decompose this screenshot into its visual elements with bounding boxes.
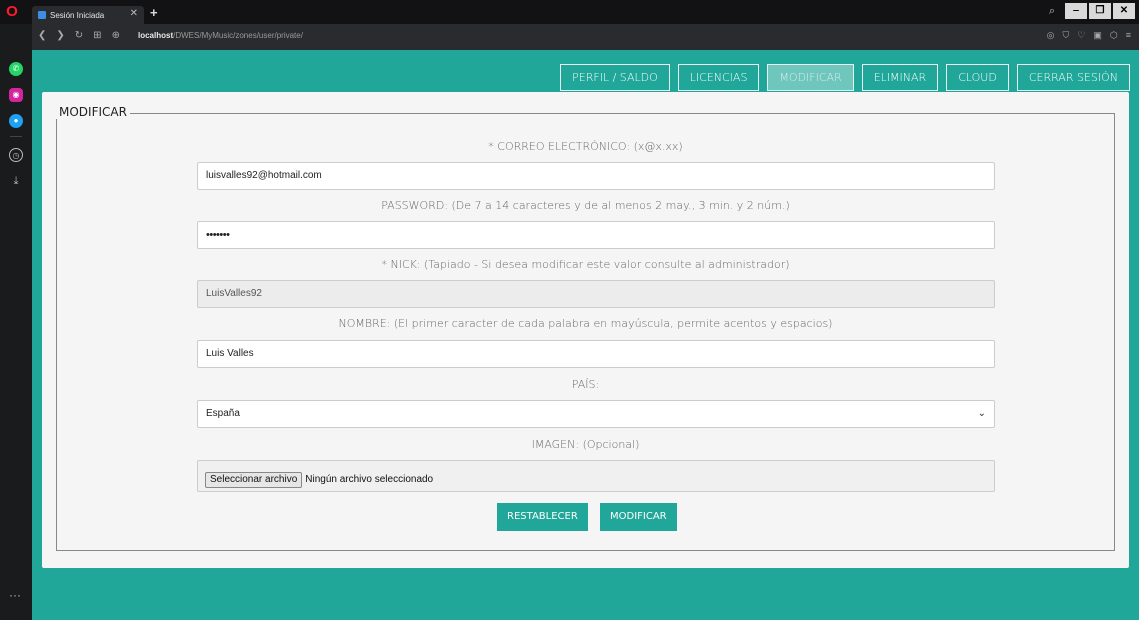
browser-sidebar: ✆ ◉ ● ◷ ⤓ ··· [0,24,32,620]
search-icon[interactable]: ⌕ [1049,5,1055,18]
nav-cerrar-sesion[interactable]: CERRAR SESIÓN [1016,64,1130,91]
imagen-file-input: Seleccionar archivo Ningún archivo selec… [197,460,995,492]
pais-selected-value: España [206,408,240,419]
tab-title: Sesión Iniciada [50,10,105,20]
nav-perfil-saldo[interactable]: PERFIL / SALDO [560,64,670,91]
choose-file-button[interactable]: Seleccionar archivo [205,471,303,488]
nav-cloud[interactable]: CLOUD [946,64,1009,91]
sidebar-divider [10,136,22,137]
nav-eliminar[interactable]: ELIMINAR [861,64,939,91]
menu-icon[interactable]: ≡ [1126,30,1131,41]
site-info-icon[interactable]: ⊕ [112,30,120,41]
top-navigation: PERFIL / SALDO LICENCIAS MODIFICAR ELIMI… [560,64,1130,91]
pais-select[interactable]: España ⌄ [197,400,995,428]
nombre-label: NOMBRE: (El primer caracter de cada pala… [338,317,833,330]
url-host: localhost [138,31,174,40]
reload-icon[interactable]: ↻ [75,30,83,41]
download-icon[interactable]: ⤓ [9,174,23,188]
chevron-down-icon: ⌄ [977,408,986,419]
heart-icon[interactable]: ♡ [1077,30,1085,41]
new-tab-icon[interactable]: + [150,5,158,20]
nav-licencias[interactable]: LICENCIAS [677,64,760,91]
email-input[interactable]: luisvalles92@hotmail.com [197,162,995,190]
camera-icon[interactable]: ◎ [1047,30,1055,41]
form-panel: MODIFICAR * CORREO ELECTRÓNICO: (x@x.xx)… [42,92,1129,568]
email-label: * CORREO ELECTRÓNICO: (x@x.xx) [488,140,683,153]
instagram-icon[interactable]: ◉ [9,88,23,102]
extensions-icon[interactable]: ▣ [1093,30,1102,41]
form-legend: MODIFICAR [56,105,130,119]
file-status: Ningún archivo seleccionado [305,474,434,485]
tab-close-icon[interactable]: ✕ [130,8,138,19]
nick-input: LuisValles92 [197,280,995,308]
vpn-icon[interactable]: ⛉ [1063,30,1070,41]
opera-logo-icon[interactable]: O [4,4,20,20]
close-window-button[interactable]: ✕ [1113,3,1135,19]
pais-label: PAÍS: [571,378,600,391]
twitter-icon[interactable]: ● [9,114,23,128]
imagen-label: IMAGEN: (Opcional) [531,438,640,451]
maximize-button[interactable]: ❐ [1089,3,1111,19]
minimize-button[interactable]: ‒ [1065,3,1087,19]
submit-button[interactable]: MODIFICAR [600,503,677,531]
reset-button[interactable]: RESTABLECER [497,503,588,531]
forward-icon[interactable]: ❯ [56,30,64,41]
speed-dial-icon[interactable]: ⊞ [93,30,101,41]
password-label: PASSWORD: (De 7 a 14 caracteres y de al … [381,199,790,212]
box-icon[interactable]: ⬡ [1110,30,1118,41]
browser-titlebar: O Sesión Iniciada ✕ + ⌕ ‒ ❐ ✕ [0,0,1139,24]
nick-label: * NICK: (Tapiado - Si desea modificar es… [381,258,790,271]
back-icon[interactable]: ❮ [38,30,46,41]
address-bar: ❮ ❯ ↻ ⊞ ⊕ localhost/DWES/MyMusic/zones/u… [32,24,1139,50]
browser-tab[interactable]: Sesión Iniciada ✕ [32,6,144,24]
more-icon[interactable]: ··· [9,588,21,602]
url-field[interactable]: localhost/DWES/MyMusic/zones/user/privat… [138,31,303,40]
password-input[interactable]: ••••••• [197,221,995,249]
url-path: /DWES/MyMusic/zones/user/private/ [173,31,303,40]
whatsapp-icon[interactable]: ✆ [9,62,23,76]
nombre-input[interactable]: Luis Valles [197,340,995,368]
page: PERFIL / SALDO LICENCIAS MODIFICAR ELIMI… [32,50,1139,620]
tab-favicon-icon [38,11,46,19]
nav-modificar[interactable]: MODIFICAR [767,64,854,91]
history-icon[interactable]: ◷ [9,148,23,162]
